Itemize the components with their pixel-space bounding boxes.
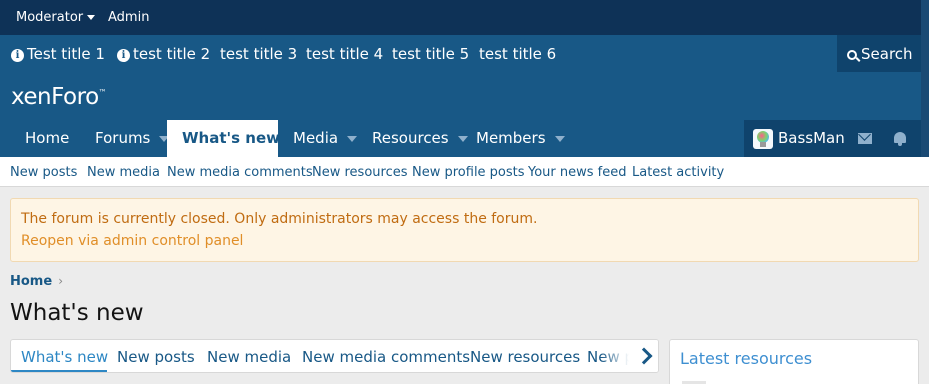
search-button[interactable]: Search [837,35,921,72]
nav-tab-label: Media [293,129,339,147]
nav-tab-label: What's new [182,129,280,147]
logo-trademark: ™ [98,88,107,97]
tab-whats-new[interactable]: What's new [21,348,108,366]
latest-resources-widget: Latest resources [669,339,919,384]
forum-closed-notice: The forum is currently closed. Only admi… [10,198,919,262]
account-username[interactable]: BassMan [778,120,845,157]
subnav-new-media[interactable]: New media [87,165,160,180]
nav-tab-home[interactable]: Home [25,120,69,157]
notice-item-1[interactable]: i Test title 1 [11,45,105,63]
chevron-down-icon[interactable] [457,135,468,142]
tab-new-media[interactable]: New media [207,348,291,366]
page-title: What's new [10,300,144,326]
notice-text: The forum is currently closed. Only admi… [21,211,538,227]
bell-icon[interactable] [894,132,906,146]
user-area: BassMan [744,120,921,157]
nav-tab-label: Members [476,129,546,147]
nav-tab-members[interactable]: Members [476,120,565,157]
nav-tab-label: Resources [372,129,449,147]
notice-item-label: Test title 1 [27,45,105,63]
envelope-icon[interactable] [858,133,872,144]
breadcrumb-home[interactable]: Home [10,274,52,289]
search-icon [847,50,857,60]
tab-overflow-fade [601,340,629,372]
notice-item-3[interactable]: test title 3 [220,45,297,63]
caret-down-icon [87,15,96,20]
info-icon: i [11,49,24,62]
notice-item-6[interactable]: test title 6 [479,45,556,63]
site-header: i Test title 1 i test title 2 test title 3… [0,35,921,157]
notice-item-label: test title 2 [133,45,211,63]
notice-item-2[interactable]: i test title 2 [117,45,210,63]
chevron-down-icon[interactable] [554,135,565,142]
nav-tab-resources[interactable]: Resources [372,120,468,157]
subnav-new-resources[interactable]: New resources [312,165,408,180]
chevron-right-icon: › [58,274,63,288]
active-tab-indicator [11,370,107,372]
notice-bar: i Test title 1 i test title 2 test title 3… [0,35,921,73]
subnav-new-profile-posts[interactable]: New profile posts [412,165,525,180]
notice-item-4[interactable]: test title 4 [306,45,383,63]
scrollbar[interactable] [921,0,929,157]
subnav-new-posts[interactable]: New posts [10,165,77,180]
admin-link[interactable]: Admin [108,10,149,25]
info-icon: i [117,49,130,62]
nav-tab-label: Home [25,129,70,147]
chevron-right-icon[interactable] [629,340,658,372]
sub-nav: New posts New media New media comments N… [0,157,929,187]
tab-new-resources[interactable]: New resources [470,348,580,366]
logo-text: xenForo [11,84,99,110]
site-logo[interactable]: xenForo™ [11,84,107,110]
nav-tab-label: Forums [95,129,151,147]
reopen-link[interactable]: Reopen via admin control panel [21,233,243,249]
subnav-new-media-comments[interactable]: New media comments [167,165,313,180]
nav-tab-forums[interactable]: Forums [95,120,170,157]
subnav-latest-activity[interactable]: Latest activity [632,165,724,180]
content-tabs: What's new New posts New media New media… [10,339,659,373]
main-nav: Home Forums What's new Media Resources M… [0,120,921,157]
avatar[interactable] [753,129,773,149]
staff-bar: Moderator Admin [0,0,921,35]
tab-new-media-comments[interactable]: New media comments [302,348,470,366]
breadcrumb: Home › [10,274,63,289]
moderator-label: Moderator [16,10,84,25]
moderator-menu[interactable]: Moderator [16,10,96,25]
chevron-down-icon[interactable] [347,135,358,142]
tab-new-posts[interactable]: New posts [117,348,195,366]
subnav-your-news-feed[interactable]: Your news feed [528,165,626,180]
notice-item-5[interactable]: test title 5 [392,45,469,63]
nav-tab-whats-new[interactable]: What's new [167,120,280,157]
nav-tab-media[interactable]: Media [293,120,358,157]
search-label: Search [861,45,913,63]
widget-title[interactable]: Latest resources [680,349,812,368]
